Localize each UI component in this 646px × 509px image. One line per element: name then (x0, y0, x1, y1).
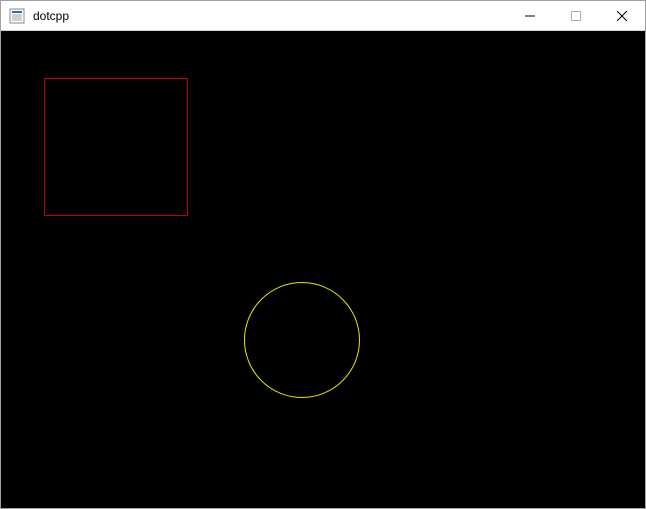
yellow-circle (244, 282, 360, 398)
red-rectangle (44, 78, 188, 216)
window-title: dotcpp (31, 9, 507, 23)
canvas-area (1, 31, 645, 508)
app-icon (9, 8, 25, 24)
close-button[interactable] (599, 1, 645, 30)
maximize-button[interactable] (553, 1, 599, 30)
window-controls (507, 1, 645, 30)
titlebar: dotcpp (1, 1, 645, 31)
minimize-button[interactable] (507, 1, 553, 30)
